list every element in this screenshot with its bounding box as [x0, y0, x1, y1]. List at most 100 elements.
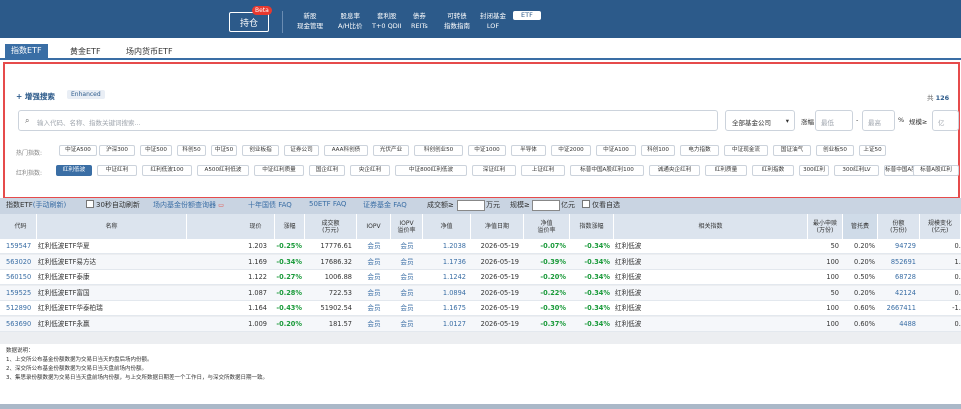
column-header[interactable]: 净值 溢价率: [524, 214, 570, 239]
cell-shares[interactable]: 2667411: [878, 301, 916, 316]
50etf-faq-link[interactable]: 50ETF FAQ: [309, 200, 346, 208]
change-min-input[interactable]: 最低: [815, 110, 853, 131]
nav-item-bonds[interactable]: 债券 REITs: [411, 11, 428, 31]
fund-company-select[interactable]: 全部基金公司 ▾: [725, 110, 795, 131]
column-header[interactable]: 份额 (万份): [878, 214, 920, 239]
cell-iopv-prem[interactable]: 会员: [391, 255, 423, 270]
cell-iopv-prem[interactable]: 会员: [391, 270, 423, 285]
index-chip[interactable]: 红利指数: [752, 165, 794, 176]
cell-shares[interactable]: 4488: [878, 317, 916, 332]
tab-index-etf[interactable]: 指数ETF: [5, 44, 48, 58]
cell-iopv[interactable]: 会员: [357, 239, 391, 254]
cell-code[interactable]: 512890: [6, 301, 31, 316]
index-chip[interactable]: 标普中国A股红利100: [570, 165, 644, 176]
share-query-link[interactable]: 场内基金份额查询器 ▭: [153, 200, 224, 210]
index-chip[interactable]: 科创50: [177, 145, 206, 156]
column-header[interactable]: IOPV 溢价率: [391, 214, 423, 239]
index-chip[interactable]: 创业板指: [242, 145, 279, 156]
manual-refresh-link[interactable]: (手动刷新): [33, 201, 66, 209]
cell-iopv-prem[interactable]: 会员: [391, 301, 423, 316]
column-header[interactable]: 现价: [237, 214, 275, 239]
auto-refresh-checkbox[interactable]: 30秒自动刷新: [86, 200, 140, 210]
cell-iopv-prem[interactable]: 会员: [391, 239, 423, 254]
cell-shares[interactable]: 42124: [878, 286, 916, 301]
index-chip[interactable]: 创业板50: [816, 145, 854, 156]
column-header[interactable]: IOPV: [357, 214, 391, 239]
cell-iopv[interactable]: 会员: [357, 270, 391, 285]
index-chip[interactable]: 中证红利质量: [254, 165, 304, 176]
cell-iopv-prem[interactable]: 会员: [391, 286, 423, 301]
cell-code[interactable]: 159525: [6, 286, 31, 301]
index-chip[interactable]: 电力指数: [680, 145, 719, 156]
change-max-input[interactable]: 最高: [862, 110, 895, 131]
column-header[interactable]: 规模变化 (亿元): [920, 214, 961, 239]
treasury-faq-link[interactable]: 十年国债 FAQ: [248, 200, 292, 210]
cell-code[interactable]: 159547: [6, 239, 31, 254]
index-chip[interactable]: A500红利低波: [197, 165, 249, 176]
index-chip[interactable]: 上证50: [859, 145, 886, 156]
nav-item-etf[interactable]: ETF: [513, 11, 541, 20]
index-chip[interactable]: 证券公司: [284, 145, 319, 156]
index-chip[interactable]: 标普A股红利: [913, 165, 959, 176]
index-chip[interactable]: 中证现金流: [724, 145, 768, 156]
index-chip[interactable]: 国企红利: [309, 165, 345, 176]
index-chip[interactable]: 红利低波100: [142, 165, 192, 176]
index-chip[interactable]: 诚通央企红利: [649, 165, 700, 176]
index-chip[interactable]: 科创100: [641, 145, 675, 156]
tab-gold-etf[interactable]: 黄金ETF: [70, 46, 101, 57]
column-header[interactable]: 成交额 (万元): [305, 214, 357, 239]
index-chip[interactable]: 中证2000: [551, 145, 591, 156]
column-header[interactable]: 名称: [37, 214, 187, 239]
index-chip[interactable]: 中证1000: [468, 145, 506, 156]
index-chip[interactable]: 中证500: [140, 145, 172, 156]
cell-iopv[interactable]: 会员: [357, 301, 391, 316]
index-chip[interactable]: 半导体: [511, 145, 546, 156]
securities-faq-link[interactable]: 证券基金 FAQ: [363, 200, 407, 210]
index-chip[interactable]: 沪深300: [99, 145, 135, 156]
column-header[interactable]: 指数涨幅: [570, 214, 614, 239]
holdings-button[interactable]: 持仓: [229, 12, 269, 32]
nav-item-convertibles[interactable]: 可转债 指数指南: [444, 11, 470, 31]
column-header[interactable]: 涨幅: [275, 214, 305, 239]
column-header[interactable]: 净值日期: [471, 214, 524, 239]
index-chip[interactable]: 上证红利: [521, 165, 565, 176]
nav-item-new-shares[interactable]: 新股 现金管理: [297, 11, 323, 31]
index-chip[interactable]: 中证A100: [596, 145, 636, 156]
tab-money-etf[interactable]: 场内货币ETF: [126, 46, 173, 57]
column-header[interactable]: 代码: [5, 214, 37, 239]
index-chip[interactable]: 300红利: [799, 165, 829, 176]
index-chip[interactable]: 中证A500: [59, 145, 97, 156]
cell-iopv[interactable]: 会员: [357, 255, 391, 270]
column-header[interactable]: 相关指数: [614, 214, 808, 239]
cell-iopv[interactable]: 会员: [357, 317, 391, 332]
index-chip[interactable]: 中证红利: [97, 165, 137, 176]
cell-code[interactable]: 563020: [6, 255, 31, 270]
turnover-input[interactable]: [457, 200, 485, 211]
index-chip[interactable]: 光伏产业: [373, 145, 409, 156]
index-chip[interactable]: 深证红利: [472, 165, 516, 176]
index-chip[interactable]: 红利低波: [56, 165, 92, 176]
cell-shares[interactable]: 852691: [878, 255, 916, 270]
cell-iopv[interactable]: 会员: [357, 286, 391, 301]
index-chip[interactable]: 国证油气: [773, 145, 811, 156]
index-chip[interactable]: 300红利LV: [834, 165, 879, 176]
column-header[interactable]: 净值: [423, 214, 471, 239]
favorites-checkbox[interactable]: 仅看自选: [582, 200, 620, 210]
nav-item-closed-funds[interactable]: 封闭基金 LOF: [480, 11, 506, 31]
table-scale-input[interactable]: [532, 200, 560, 211]
cell-shares[interactable]: 68728: [878, 270, 916, 285]
index-chip[interactable]: 中证50: [211, 145, 237, 156]
index-chip[interactable]: AAA科创债: [324, 145, 368, 156]
cell-shares[interactable]: 94729: [878, 239, 916, 254]
index-chip[interactable]: 科创创业50: [414, 145, 463, 156]
cell-code[interactable]: 560150: [6, 270, 31, 285]
column-header[interactable]: 最小申赎 (万份): [808, 214, 843, 239]
nav-item-dividend[interactable]: 股息率 A/H比价: [338, 11, 363, 31]
scale-input[interactable]: 亿: [932, 110, 959, 131]
enhanced-search-title[interactable]: + 增强搜索: [16, 91, 55, 102]
index-chip[interactable]: 红利质量: [705, 165, 747, 176]
cell-iopv-prem[interactable]: 会员: [391, 317, 423, 332]
index-chip[interactable]: 央企红利: [350, 165, 390, 176]
column-header[interactable]: 管托费: [843, 214, 878, 239]
cell-code[interactable]: 563690: [6, 317, 31, 332]
